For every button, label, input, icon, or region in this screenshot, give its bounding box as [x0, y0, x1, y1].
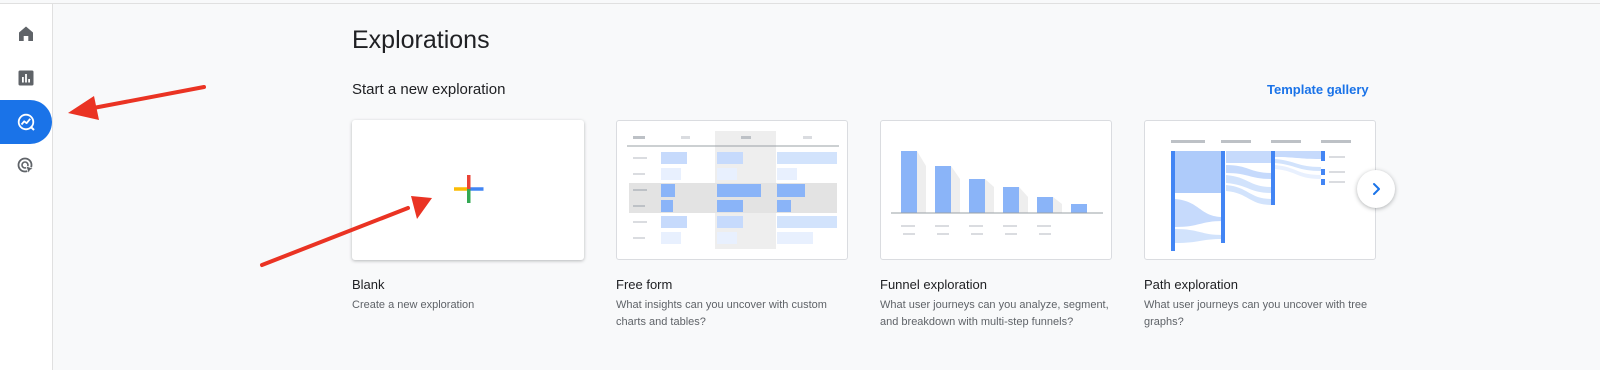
left-nav: [0, 4, 53, 370]
nav-explore[interactable]: [0, 100, 52, 144]
nav-reports[interactable]: [0, 56, 52, 100]
card-title-funnel[interactable]: Funnel exploration: [880, 277, 987, 292]
reports-icon: [18, 70, 34, 86]
card-desc-path: What user journeys can you uncover with …: [1144, 299, 1368, 328]
nav-advertising[interactable]: [0, 144, 52, 188]
card-title-blank[interactable]: Blank: [352, 277, 385, 292]
nav-home[interactable]: [0, 12, 52, 56]
free-form-card-thumbnail[interactable]: [616, 120, 848, 260]
card-title-free-form[interactable]: Free form: [616, 277, 672, 292]
free-form-table-illustration: [627, 131, 839, 249]
blank-card-thumbnail[interactable]: [352, 120, 584, 260]
plus-icon: [454, 175, 484, 203]
funnel-card-thumbnail[interactable]: [880, 120, 1112, 260]
top-divider: [0, 3, 1600, 4]
annotation-arrow-explore: [68, 85, 206, 120]
home-icon: [19, 26, 33, 41]
advertising-icon: [17, 157, 35, 175]
template-gallery-link[interactable]: Template gallery: [1267, 82, 1369, 97]
card-desc-funnel: What user journeys can you analyze, segm…: [880, 299, 1109, 328]
funnel-chart-illustration: [891, 151, 1103, 235]
path-card-thumbnail[interactable]: [1144, 120, 1376, 260]
card-desc-free-form: What insights can you uncover with custo…: [616, 299, 827, 328]
chevron-right-icon: [1373, 183, 1380, 195]
carousel-next-button[interactable]: [1357, 170, 1395, 208]
card-title-path[interactable]: Path exploration: [1144, 277, 1238, 292]
explore-icon: [17, 113, 35, 131]
path-tree-illustration: [1171, 140, 1351, 251]
section-title: Start a new exploration: [352, 81, 506, 98]
card-desc-blank: Create a new exploration: [352, 299, 475, 311]
page-title: Explorations: [352, 26, 490, 54]
